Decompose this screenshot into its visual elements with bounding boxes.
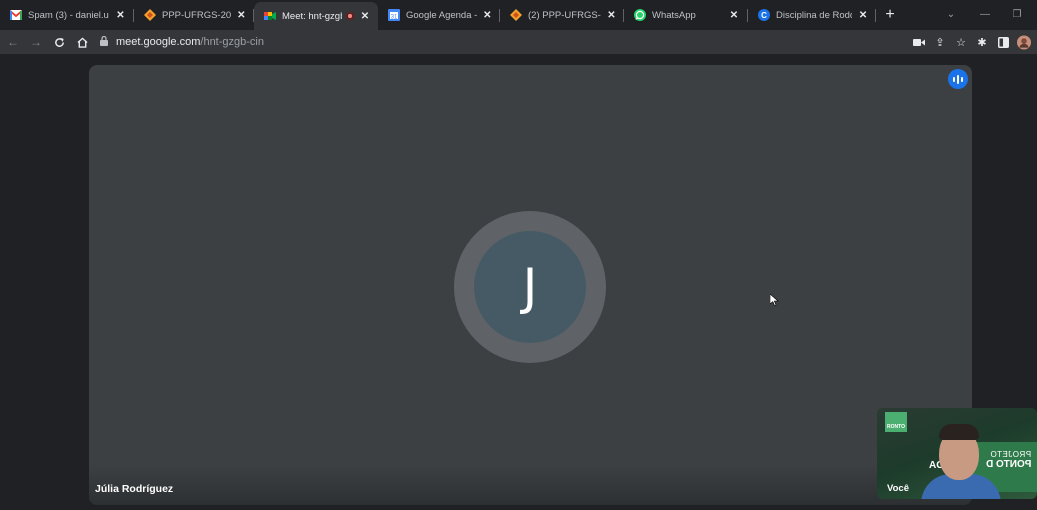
avatar: J — [474, 231, 586, 343]
close-icon[interactable]: ✕ — [483, 10, 492, 21]
tab-title: WhatsApp — [652, 9, 696, 21]
home-icon[interactable] — [72, 32, 92, 52]
extensions-icon[interactable]: ✱ — [975, 35, 989, 49]
recording-icon — [346, 12, 354, 20]
self-view-tile[interactable]: RONTO AG PROJETO PONTO D Você — [877, 408, 1037, 499]
camera-icon[interactable] — [912, 35, 926, 49]
close-icon[interactable]: ✕ — [728, 10, 740, 21]
new-tab-button[interactable]: + — [876, 0, 904, 30]
diamond-icon — [510, 9, 522, 21]
avatar-ring: J — [454, 211, 606, 363]
close-icon[interactable]: ✕ — [858, 10, 868, 21]
forward-icon[interactable]: → — [26, 32, 46, 52]
tab-meet[interactable]: Meet: hnt-gzgb-c ✕ — [254, 2, 378, 30]
tab-title: Google Agenda - Sen — [406, 9, 477, 21]
tab-agenda[interactable]: 31 Google Agenda - Sen ✕ — [378, 0, 500, 30]
close-icon[interactable]: ✕ — [360, 11, 370, 22]
toolbar-actions: ⇪ ☆ ✱ — [912, 32, 1031, 52]
minimize-icon[interactable]: — — [969, 0, 1001, 28]
url-path: /hnt-gzgb-cin — [200, 36, 264, 48]
meet-stage: J Júlia Rodríguez RONTO AG PROJETO PONTO… — [0, 54, 1037, 510]
participant-tile[interactable]: J Júlia Rodríguez — [89, 65, 972, 505]
sidepanel-icon[interactable] — [996, 35, 1010, 49]
tile-shade — [89, 465, 972, 505]
svg-text:C: C — [761, 11, 767, 20]
c-circle-icon: C — [758, 9, 770, 21]
back-icon[interactable]: ← — [3, 32, 23, 52]
tab-whatsapp[interactable]: WhatsApp ✕ — [624, 0, 748, 30]
meet-icon — [264, 10, 276, 22]
audio-level-icon — [948, 69, 968, 89]
calendar-icon: 31 — [388, 9, 400, 21]
maximize-icon[interactable]: ❐ — [1001, 0, 1033, 28]
reload-icon[interactable] — [49, 32, 69, 52]
browser-toolbar: ← → meet.google.com/hnt-gzgb-cin ⇪ ☆ ✱ — [0, 30, 1037, 54]
tab-gmail[interactable]: Spam (3) - daniel.uni ✕ — [0, 0, 134, 30]
lock-icon — [100, 35, 108, 48]
tab-disciplina[interactable]: C Disciplina de Rodovia ✕ — [748, 0, 876, 30]
diamond-icon — [144, 9, 156, 21]
tab-title: Meet: hnt-gzgb-c — [282, 10, 342, 22]
share-icon[interactable]: ⇪ — [933, 35, 947, 49]
participant-name: Júlia Rodríguez — [95, 483, 174, 495]
mouse-cursor-icon — [769, 293, 779, 311]
close-icon[interactable]: ✕ — [115, 10, 126, 21]
url-host: meet.google.com — [116, 36, 201, 48]
tab-ppp-2[interactable]: (2) PPP-UFRGS-2021/ ✕ — [500, 0, 624, 30]
tab-title: Disciplina de Rodovia — [776, 9, 852, 21]
close-icon[interactable]: ✕ — [607, 10, 616, 21]
profile-avatar-icon[interactable] — [1017, 35, 1031, 49]
tab-title: PPP-UFRGS-2021/2 — [162, 9, 231, 21]
svg-text:31: 31 — [391, 15, 398, 21]
self-view-label: Você — [887, 483, 910, 494]
self-view-sign-text: PROJETO — [989, 450, 1031, 459]
address-bar[interactable]: meet.google.com/hnt-gzgb-cin — [96, 33, 1016, 51]
tab-title: Spam (3) - daniel.uni — [28, 9, 109, 21]
self-view-person-hair — [939, 424, 979, 440]
tab-search-icon[interactable]: ⌄ — [935, 0, 967, 28]
self-view-logo: RONTO — [885, 412, 907, 432]
whatsapp-icon — [634, 9, 646, 21]
tab-strip: Spam (3) - daniel.uni ✕ PPP-UFRGS-2021/2… — [0, 0, 1037, 30]
tab-title: (2) PPP-UFRGS-2021/ — [528, 9, 601, 21]
self-view-sign-text: PONTO D — [985, 459, 1031, 470]
tab-ppp[interactable]: PPP-UFRGS-2021/2 ✕ — [134, 0, 254, 30]
gmail-icon — [10, 9, 22, 21]
tab-divider — [875, 9, 876, 22]
star-icon[interactable]: ☆ — [954, 35, 968, 49]
close-icon[interactable]: ✕ — [237, 10, 246, 21]
